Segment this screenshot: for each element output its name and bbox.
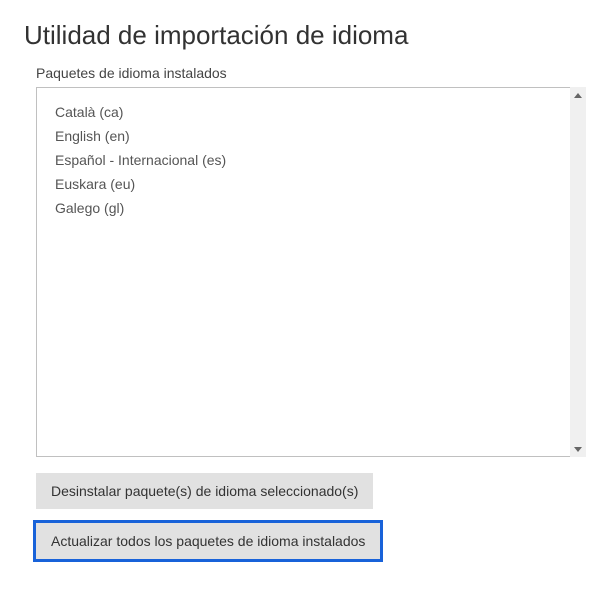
list-item[interactable]: Galego (gl) <box>55 196 561 220</box>
list-item[interactable]: Català (ca) <box>55 100 561 124</box>
page-title: Utilidad de importación de idioma <box>24 20 589 51</box>
scrollbar[interactable] <box>570 87 586 457</box>
list-item[interactable]: Euskara (eu) <box>55 172 561 196</box>
update-all-button[interactable]: Actualizar todos los paquetes de idioma … <box>36 523 380 559</box>
uninstall-button[interactable]: Desinstalar paquete(s) de idioma selecci… <box>36 473 373 509</box>
scroll-up-icon[interactable] <box>570 87 586 103</box>
listbox-wrapper: Català (ca) English (en) Español - Inter… <box>36 87 586 457</box>
list-item[interactable]: Español - Internacional (es) <box>55 148 561 172</box>
list-item[interactable]: English (en) <box>55 124 561 148</box>
language-listbox[interactable]: Català (ca) English (en) Español - Inter… <box>36 87 586 457</box>
scroll-down-icon[interactable] <box>570 441 586 457</box>
listbox-label: Paquetes de idioma instalados <box>36 65 589 81</box>
